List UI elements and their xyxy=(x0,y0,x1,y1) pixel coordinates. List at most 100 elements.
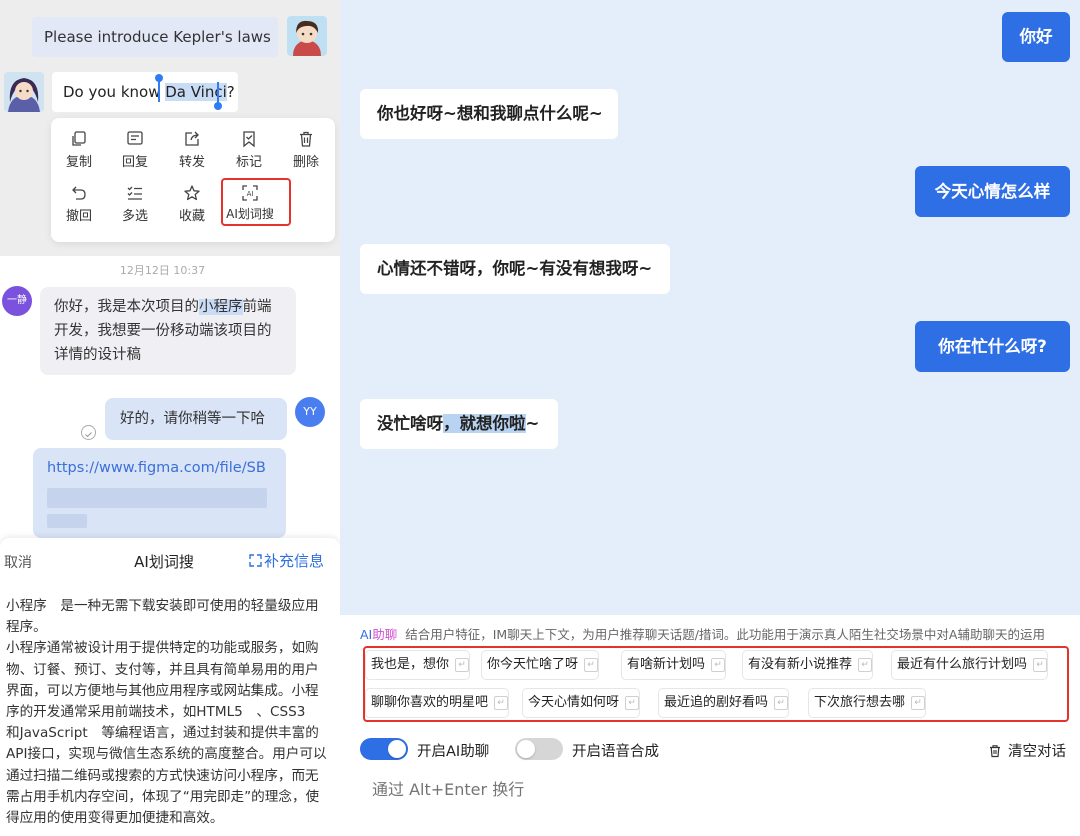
trash-icon xyxy=(300,131,312,147)
avatar-illustration xyxy=(287,16,327,56)
suggestion-text: 下次旅行想去哪 xyxy=(814,695,906,710)
menu-multi-select-label: 多选 xyxy=(121,209,148,224)
context-menu: 复制 回复 转发 标记 删除 撤回 多选 收藏 AI AI划词搜 xyxy=(51,118,335,242)
suggestion-chip[interactable]: 我也是，想你 ↵ xyxy=(365,650,471,680)
suggestion-text: 我也是，想你 xyxy=(371,657,450,672)
blurred-link-part xyxy=(47,488,267,508)
bot-message[interactable]: 没忙啥呀，就想你啦~ xyxy=(360,399,558,449)
enter-icon: ↵ xyxy=(584,657,599,672)
my-avatar[interactable]: YY xyxy=(295,397,325,427)
outgoing-message[interactable]: 好的，请你稍等一下哈 xyxy=(105,398,287,440)
bot-message-text: 没忙啥呀 xyxy=(377,414,443,433)
user-avatar[interactable] xyxy=(287,16,327,56)
suggestion-chip[interactable]: 聊聊你喜欢的明星吧 ↵ xyxy=(365,688,510,718)
menu-mark-label: 标记 xyxy=(235,155,262,170)
menu-mark[interactable]: 标记 xyxy=(221,130,277,170)
menu-favorite[interactable]: 收藏 xyxy=(164,184,220,224)
menu-recall-label: 撤回 xyxy=(65,209,92,224)
bot-message[interactable]: 你也好呀~想和我聊点什么呢~ xyxy=(360,89,618,139)
menu-forward-label: 转发 xyxy=(178,155,205,170)
message-input[interactable] xyxy=(372,780,1052,799)
undo-icon xyxy=(72,186,86,200)
reply-icon xyxy=(127,131,143,145)
enter-icon: ↵ xyxy=(494,695,509,710)
suggestion-chip[interactable]: 今天心情如何呀 ↵ xyxy=(522,688,641,718)
bot-message[interactable]: 心情还不错呀，你呢~有没有想我呀~ xyxy=(360,244,670,294)
toggle-knob xyxy=(388,740,406,758)
enter-icon: ↵ xyxy=(625,695,640,710)
user-message[interactable]: 你在忙什么呀? xyxy=(915,321,1070,372)
supplement-info-button[interactable]: 补充信息 xyxy=(249,550,324,571)
sheet-content: 小程序 是一种无需下载安装即可使用的轻量级应用程序。 小程序通常被设计用于提供特… xyxy=(6,596,328,829)
suggestion-chip[interactable]: 下次旅行想去哪 ↵ xyxy=(808,688,927,718)
contact-avatar[interactable] xyxy=(4,72,44,112)
voice-synthesis-toggle[interactable] xyxy=(515,738,563,760)
copy-icon xyxy=(72,131,86,146)
ai-assist-toggle[interactable] xyxy=(360,738,408,760)
menu-copy-label: 复制 xyxy=(65,155,92,170)
menu-forward[interactable]: 转发 xyxy=(164,130,220,170)
selected-text[interactable]: ，就想你啦 xyxy=(443,414,526,433)
supplement-info-label: 补充信息 xyxy=(264,552,325,570)
suggestion-text: 有啥新计划吗 xyxy=(627,657,706,672)
suggestion-chip[interactable]: 最近有什么旅行计划吗 ↵ xyxy=(891,650,1049,680)
suggestion-text: 有没有新小说推荐 xyxy=(748,657,853,672)
selection-end-caret xyxy=(217,82,219,104)
menu-favorite-label: 收藏 xyxy=(178,209,205,224)
detail-paragraph: 小程序通常被设计用于提供特定的功能或服务，如购物、订餐、预订、支付等，并且具有简… xyxy=(6,640,327,827)
ai-assist-description: 结合用户特征，IM聊天上下文，为用户推荐聊天话题/措词。此功能用于演示真人陌生社… xyxy=(405,627,1045,642)
suggestion-chip[interactable]: 有啥新计划吗 ↵ xyxy=(621,650,727,680)
question-bubble[interactable]: Please introduce Kepler's laws xyxy=(32,17,278,57)
davinci-text-suffix: ? xyxy=(226,83,235,101)
davinci-bubble[interactable]: Do you know Da Vinci? xyxy=(52,72,238,112)
ai-tag: AI xyxy=(360,627,373,642)
sender-avatar[interactable]: 一静 xyxy=(2,286,32,316)
suggestion-chip[interactable]: 你今天忙啥了呀 ↵ xyxy=(481,650,600,680)
timestamp: 12月12日 10:37 xyxy=(119,264,206,277)
definition-paragraph: 小程序 是一种无需下载安装即可使用的轻量级应用程序。 xyxy=(6,598,319,636)
enter-icon: ↵ xyxy=(455,657,470,672)
ai-assist-title: AI助聊 结合用户特征，IM聊天上下文，为用户推荐聊天话题/措词。此功能用于演示… xyxy=(360,624,1045,643)
menu-reply[interactable]: 回复 xyxy=(107,130,163,170)
enter-icon: ↵ xyxy=(858,657,873,672)
chat-controls: 开启AI助聊 开启语音合成 清空对话 xyxy=(340,730,1080,770)
selection-end-handle[interactable] xyxy=(214,102,222,110)
enter-icon: ↵ xyxy=(774,695,789,710)
menu-recall[interactable]: 撤回 xyxy=(51,184,107,224)
suggestion-chip[interactable]: 有没有新小说推荐 ↵ xyxy=(742,650,874,680)
avatar-illustration xyxy=(4,72,44,112)
read-status-icon xyxy=(81,425,96,440)
enter-icon: ↵ xyxy=(711,657,726,672)
clear-chat-button[interactable]: 清空对话 xyxy=(988,740,1066,761)
suggestion-text: 聊聊你喜欢的明星吧 xyxy=(371,695,489,710)
bot-message-suffix: ~ xyxy=(525,414,540,433)
right-panel: 你好 你也好呀~想和我聊点什么呢~ 今天心情怎么样 心情还不错呀，你呢~有没有想… xyxy=(340,0,1080,836)
suggestion-text: 最近有什么旅行计划吗 xyxy=(897,657,1028,672)
question-text: Please introduce Kepler's laws xyxy=(44,28,271,46)
menu-copy[interactable]: 复制 xyxy=(51,130,107,170)
user-message[interactable]: 今天心情怎么样 xyxy=(915,166,1070,217)
suggestion-chip[interactable]: 最近追的剧好看吗 ↵ xyxy=(658,688,790,718)
ai-assist-toggle-label: 开启AI助聊 xyxy=(417,744,490,760)
enter-icon: ↵ xyxy=(911,695,926,710)
menu-multi-select[interactable]: 多选 xyxy=(107,184,163,224)
link-message[interactable]: https://www.figma.com/file/SB xyxy=(33,448,286,538)
toggle-knob xyxy=(517,740,535,758)
suggestion-text: 你今天忙啥了呀 xyxy=(487,657,579,672)
message-text: 你好，我是本次项目的 xyxy=(54,299,199,315)
chat-area: 你好 你也好呀~想和我聊点什么呢~ 今天心情怎么样 心情还不错呀，你呢~有没有想… xyxy=(340,0,1080,615)
enter-icon: ↵ xyxy=(1033,657,1048,672)
assist-tag: 助聊 xyxy=(372,627,398,642)
selection-start-caret xyxy=(158,80,160,102)
selected-word[interactable]: 小程序 xyxy=(199,299,243,315)
figma-link[interactable]: https://www.figma.com/file/SB xyxy=(47,460,266,476)
davinci-text-prefix: Do you know xyxy=(63,83,166,101)
left-panel: Please introduce Kepler's laws Do you kn… xyxy=(0,0,340,836)
menu-delete[interactable]: 删除 xyxy=(278,130,334,170)
incoming-message[interactable]: 你好，我是本次项目的小程序前端开发，我想要一份移动端该项目的详情的设计稿 xyxy=(40,287,296,375)
user-message[interactable]: 你好 xyxy=(1002,12,1070,62)
bookmark-icon xyxy=(243,131,255,148)
expand-icon xyxy=(249,554,262,567)
multi-select-icon xyxy=(127,186,142,200)
forward-icon xyxy=(185,131,199,146)
